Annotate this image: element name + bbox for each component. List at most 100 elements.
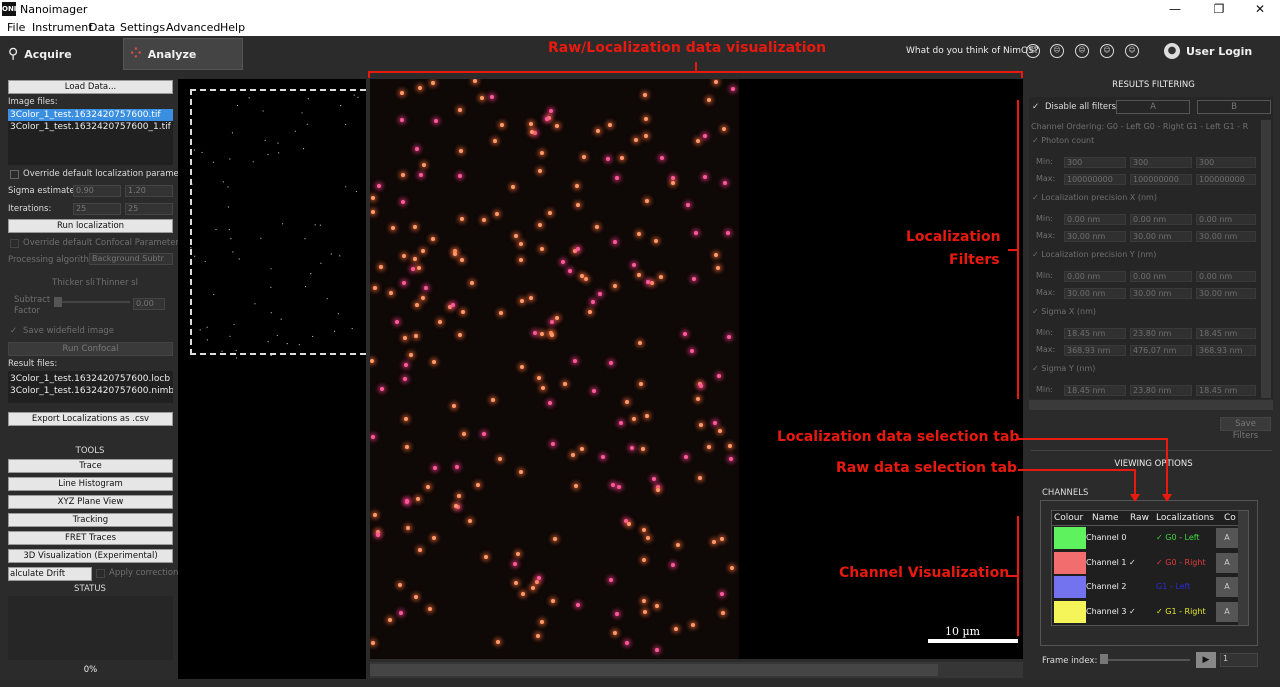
- iterations-input-2[interactable]: 25: [125, 203, 173, 215]
- view-horizontal-scrollbar[interactable]: [370, 662, 1023, 678]
- filter-min-input[interactable]: 300: [1130, 157, 1192, 168]
- channel-contrast-button[interactable]: A: [1216, 577, 1238, 597]
- filter-max-input[interactable]: 30.00 nm: [1196, 231, 1256, 242]
- user-login-button[interactable]: ● User Login: [1164, 43, 1252, 59]
- image-file-item[interactable]: 3Color_1_test.1632420757600.tif: [8, 109, 173, 121]
- region-of-interest-box[interactable]: [190, 89, 366, 355]
- channel-colour-swatch[interactable]: [1054, 527, 1086, 549]
- frame-slider[interactable]: [1100, 659, 1190, 661]
- result-files-list[interactable]: 3Color_1_test.1632420757600.locb 3Color_…: [8, 371, 173, 403]
- filter-min-input[interactable]: 23.80 nm: [1130, 328, 1192, 339]
- minimize-button[interactable]: —: [1160, 2, 1190, 16]
- tracking-button[interactable]: Tracking: [8, 513, 173, 527]
- channel-localization[interactable]: ✓ G0 - Right: [1156, 558, 1206, 567]
- filter-min-input[interactable]: 0.00 nm: [1130, 214, 1192, 225]
- run-localization-button[interactable]: Run localization: [8, 219, 173, 233]
- line-histogram-button[interactable]: Line Histogram: [8, 477, 173, 491]
- channel-table-scrollbar[interactable]: [1238, 511, 1248, 625]
- filters-horizontal-scrollbar[interactable]: [1029, 400, 1273, 410]
- filter-min-input[interactable]: 0.00 nm: [1064, 214, 1126, 225]
- close-button[interactable]: ✕: [1245, 2, 1275, 16]
- filter-min-input[interactable]: 0.00 nm: [1196, 214, 1256, 225]
- channel-contrast-button[interactable]: A: [1216, 528, 1238, 548]
- trace-button[interactable]: Trace: [8, 459, 173, 473]
- sigma-input-1[interactable]: 0.90: [73, 185, 121, 197]
- very-happy-face-icon[interactable]: ☺: [1125, 44, 1139, 58]
- filter-tab-a[interactable]: A: [1116, 100, 1190, 114]
- filter-min-input[interactable]: 300: [1196, 157, 1256, 168]
- filter-max-input[interactable]: 30.00 nm: [1064, 288, 1126, 299]
- override-confocal-checkbox[interactable]: [10, 239, 19, 248]
- filter-min-input[interactable]: 18.45 nm: [1064, 328, 1126, 339]
- save-widefield-checkbox[interactable]: ✓: [10, 326, 17, 336]
- analyze-tab[interactable]: ⁘ Analyze: [123, 38, 243, 70]
- override-localization-checkbox[interactable]: [10, 170, 19, 179]
- channel-contrast-button[interactable]: A: [1216, 601, 1238, 622]
- save-filters-button[interactable]: Save Filters: [1220, 417, 1271, 441]
- happy-face-icon[interactable]: ☺: [1100, 44, 1114, 58]
- sad-face-icon[interactable]: ☹: [1050, 44, 1064, 58]
- filters-vertical-scrollbar[interactable]: [1261, 120, 1271, 398]
- filter-max-input[interactable]: 30.00 nm: [1130, 288, 1192, 299]
- channel-localization[interactable]: ✓ G0 - Left: [1156, 533, 1200, 542]
- filter-min-input[interactable]: 18.45 nm: [1196, 385, 1256, 396]
- sigma-input-2[interactable]: 1.20: [125, 185, 173, 197]
- run-confocal-button[interactable]: Run Confocal: [8, 342, 173, 356]
- filter-max-input[interactable]: 30.00 nm: [1130, 231, 1192, 242]
- channel-localization[interactable]: ✓ G1 - Right: [1156, 607, 1206, 616]
- image-files-list[interactable]: 3Color_1_test.1632420757600.tif 3Color_1…: [8, 109, 173, 165]
- frame-index-input[interactable]: 1: [1220, 653, 1258, 667]
- acquire-tab[interactable]: ⚲ Acquire: [2, 38, 118, 70]
- result-file-item[interactable]: 3Color_1_test.1632420757600.nimb: [8, 385, 173, 397]
- menu-file[interactable]: File: [7, 21, 25, 34]
- channel-name[interactable]: Channel 2: [1086, 582, 1126, 591]
- frame-slider-handle[interactable]: [1100, 654, 1108, 664]
- filter-max-input[interactable]: 476.07 nm: [1130, 345, 1192, 356]
- filter-min-input[interactable]: 18.45 nm: [1196, 328, 1256, 339]
- filter-min-input[interactable]: 23.80 nm: [1130, 385, 1192, 396]
- play-icon[interactable]: ▶: [1196, 652, 1216, 668]
- filter-min-input[interactable]: 18.45 nm: [1064, 385, 1126, 396]
- channel-localization[interactable]: G1 - Left: [1156, 582, 1190, 591]
- menu-help[interactable]: Help: [220, 21, 245, 34]
- very-sad-face-icon[interactable]: ☹: [1026, 44, 1040, 58]
- maximize-button[interactable]: ❐: [1204, 2, 1234, 16]
- image-file-item[interactable]: 3Color_1_test.1632420757600_1.tif: [8, 121, 173, 133]
- subtract-input[interactable]: 0.00: [133, 298, 165, 310]
- filter-max-input[interactable]: 368.93 nm: [1196, 345, 1256, 356]
- filter-max-input[interactable]: 30.00 nm: [1064, 231, 1126, 242]
- subtract-slider-handle[interactable]: [54, 297, 62, 307]
- channel-colour-swatch[interactable]: [1054, 576, 1086, 598]
- channel-name[interactable]: Channel 1 ✓: [1086, 558, 1136, 567]
- channel-name[interactable]: Channel 3 ✓: [1086, 607, 1136, 616]
- menu-instrument[interactable]: Instrument: [32, 21, 93, 34]
- export-csv-button[interactable]: Export Localizations as .csv: [8, 412, 173, 426]
- filter-max-input[interactable]: 100000000: [1130, 174, 1192, 185]
- channel-name[interactable]: Channel 0: [1086, 533, 1126, 542]
- xyz-plane-view-button[interactable]: XYZ Plane View: [8, 495, 173, 509]
- load-data-button[interactable]: Load Data...: [8, 80, 173, 94]
- scrollbar-thumb[interactable]: [370, 664, 938, 676]
- apply-correction-checkbox[interactable]: [96, 569, 105, 578]
- processing-algorithm-select[interactable]: Background Subtr: [89, 253, 173, 265]
- fret-traces-button[interactable]: FRET Traces: [8, 531, 173, 545]
- 3d-visualization-button[interactable]: 3D Visualization (Experimental): [8, 549, 173, 563]
- menu-settings[interactable]: Settings: [120, 21, 165, 34]
- filter-min-input[interactable]: 0.00 nm: [1196, 271, 1256, 282]
- channel-colour-swatch[interactable]: [1054, 551, 1086, 574]
- filter-min-input[interactable]: 0.00 nm: [1064, 271, 1126, 282]
- filter-max-input[interactable]: 368.93 nm: [1064, 345, 1126, 356]
- menu-data[interactable]: Data: [89, 21, 115, 34]
- filter-max-input[interactable]: 100000000: [1196, 174, 1256, 185]
- menu-advanced[interactable]: Advanced: [166, 21, 220, 34]
- filter-max-input[interactable]: 30.00 nm: [1196, 288, 1256, 299]
- filter-min-input[interactable]: 300: [1064, 157, 1126, 168]
- filter-min-input[interactable]: 0.00 nm: [1130, 271, 1192, 282]
- channel-contrast-button[interactable]: A: [1216, 552, 1238, 573]
- filter-tab-b[interactable]: B: [1197, 100, 1271, 114]
- neutral-face-icon[interactable]: ☹: [1075, 44, 1089, 58]
- subtract-slider[interactable]: [54, 301, 130, 303]
- channel-colour-swatch[interactable]: [1054, 600, 1086, 623]
- result-file-item[interactable]: 3Color_1_test.1632420757600.locb: [8, 373, 173, 385]
- filter-max-input[interactable]: 100000000: [1064, 174, 1126, 185]
